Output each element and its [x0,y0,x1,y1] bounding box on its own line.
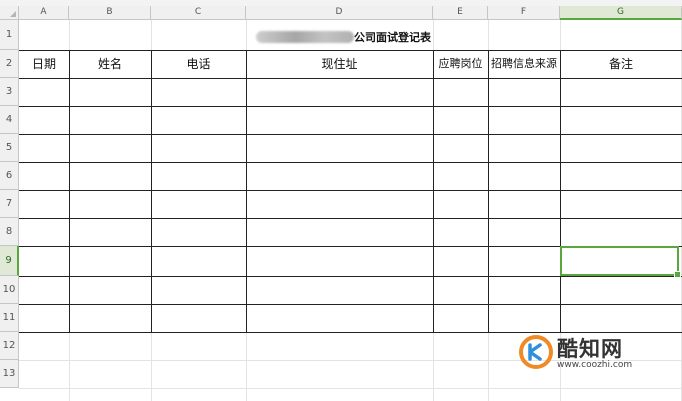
column-header-g[interactable]: G [560,6,682,20]
row-header-10[interactable]: 10 [0,276,19,304]
column-header-e[interactable]: E [433,6,488,20]
table-border [19,78,682,79]
table-border [19,304,682,305]
watermark-name: 酷知网 [557,337,623,361]
watermark-url: www.coozhi.com [557,360,633,370]
table-border [19,218,682,219]
header-cell-date[interactable]: 日期 [19,50,69,78]
row-header-2[interactable]: 2 [0,50,19,78]
column-header-c[interactable]: C [151,6,246,20]
form-title-text: 公司面试登记表 [354,31,431,44]
row-header-7[interactable]: 7 [0,190,19,218]
form-title[interactable]: 公司面试登记表 [246,24,433,49]
table-border [246,50,247,332]
header-cell-name[interactable]: 姓名 [69,50,151,78]
spreadsheet-grid[interactable]: A B C D E F G 1 2 3 4 5 6 7 8 9 10 11 12… [0,6,682,401]
table-border [488,50,489,332]
table-border [19,190,682,191]
table-border [19,162,682,163]
row-header-4[interactable]: 4 [0,106,19,134]
select-all-corner[interactable] [0,6,19,20]
row-header-8[interactable]: 8 [0,218,19,246]
row-header-12[interactable]: 12 [0,332,19,360]
column-header-b[interactable]: B [69,6,151,20]
column-header-a[interactable]: A [19,6,69,20]
column-header-d[interactable]: D [246,6,433,20]
row-header-13[interactable]: 13 [0,360,19,388]
row-header-3[interactable]: 3 [0,78,19,106]
table-border [69,50,70,332]
table-border [151,50,152,332]
select-all-icon [10,11,16,17]
header-cell-remarks[interactable]: 备注 [560,50,682,78]
column-header-f[interactable]: F [488,6,560,20]
fill-handle[interactable] [674,271,681,278]
row-header-9[interactable]: 9 [0,246,19,276]
table-border [19,134,682,135]
row-header-11[interactable]: 11 [0,304,19,332]
header-cell-position[interactable]: 应聘岗位 [433,50,488,78]
table-border [560,50,561,332]
header-cell-phone[interactable]: 电话 [151,50,246,78]
header-cell-source[interactable]: 招聘信息来源 [488,50,560,78]
table-border [19,106,682,107]
watermark: 酷知网 www.coozhi.com [513,329,638,377]
coozhi-logo-icon [519,335,553,369]
row-header-1[interactable]: 1 [0,20,19,50]
table-border [433,50,434,332]
active-cell-selection[interactable] [560,246,681,278]
header-cell-address[interactable]: 现住址 [246,50,433,78]
redacted-company-name [256,31,354,43]
table-border [19,276,682,277]
gridline [19,388,682,389]
row-header-6[interactable]: 6 [0,162,19,190]
row-header-5[interactable]: 5 [0,134,19,162]
